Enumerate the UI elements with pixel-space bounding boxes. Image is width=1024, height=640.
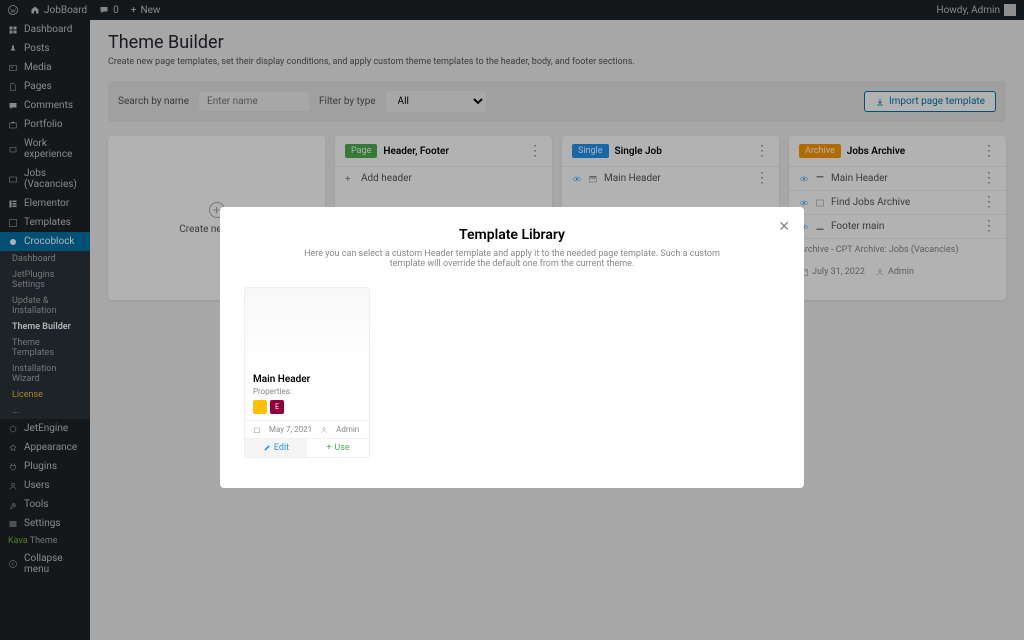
modal-title: Template Library [244,227,780,243]
property-badge-icon [253,400,267,414]
edit-button[interactable]: Edit [245,439,307,457]
template-actions: Edit + Use [245,438,369,457]
template-badges: E [245,400,369,420]
template-name: Main Header [245,368,369,387]
modal-description: Here you can select a custom Header temp… [244,249,780,269]
template-preview [245,288,369,368]
elementor-badge-icon: E [270,400,284,414]
template-properties-label: Properties: [245,387,369,400]
template-library-modal: ✕ Template Library Here you can select a… [220,207,804,488]
use-button[interactable]: + Use [307,439,369,457]
user-icon [320,426,328,434]
plus-icon: + [326,443,331,453]
template-item: Main Header Properties: E May 7, 2021 Ad… [244,287,370,458]
close-button[interactable]: ✕ [778,219,790,235]
calendar-icon [253,426,261,434]
pencil-icon [263,444,271,452]
template-meta: May 7, 2021 Admin [245,420,369,438]
